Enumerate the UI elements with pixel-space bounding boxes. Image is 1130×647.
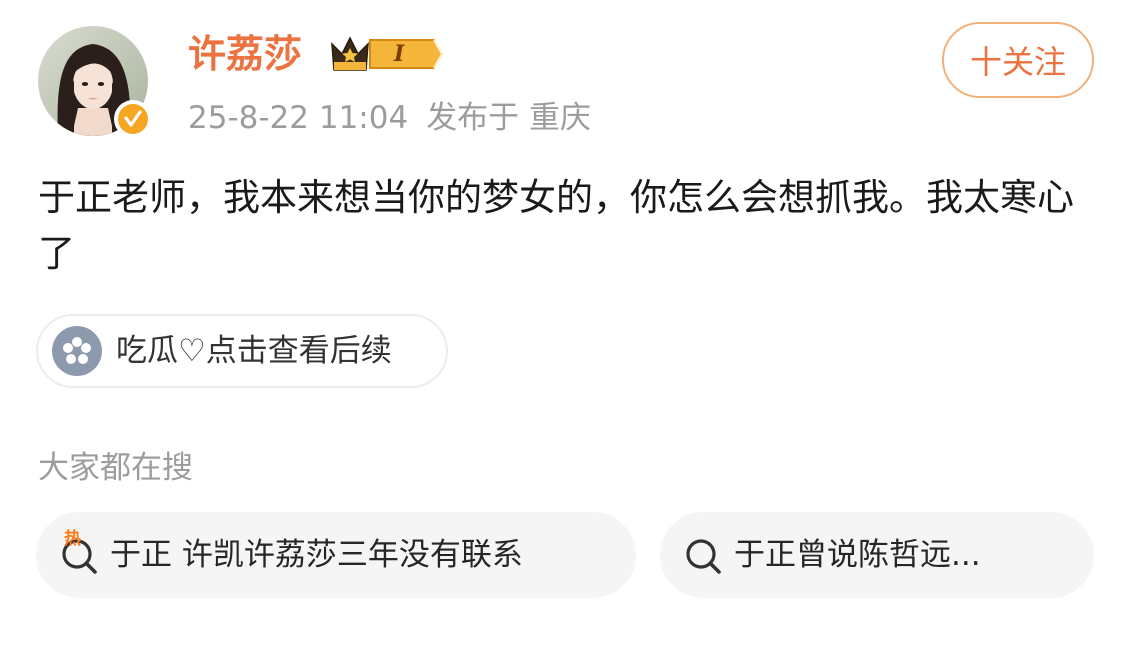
hot-mark: 热 [64, 529, 81, 549]
flower-icon [52, 326, 102, 376]
hot-search-chip[interactable]: 热 于正 许凯许荔莎三年没有联系 [36, 512, 636, 598]
vip-level: I [394, 41, 405, 67]
search-chip-text: 于正 许凯许荔莎三年没有联系 [110, 537, 523, 573]
post-meta: 25-8-22 11:04 发布于 重庆 [188, 96, 591, 140]
search-chip[interactable]: 于正曾说陈哲远... [660, 512, 1094, 598]
vip-badge[interactable]: I [330, 32, 446, 76]
post-time: 25-8-22 11:04 [188, 100, 409, 136]
follow-button[interactable]: 十关注 [942, 22, 1094, 98]
hot-search-icon: 热 [58, 529, 102, 577]
verified-badge-icon [114, 100, 152, 138]
topic-chip[interactable]: 吃瓜♡点击查看后续 [36, 314, 448, 388]
search-chip-text: 于正曾说陈哲远... [734, 537, 981, 573]
topic-label: 吃瓜♡点击查看后续 [116, 333, 392, 369]
search-section-heading: 大家都在搜 [38, 450, 193, 486]
post-text: 于正老师，我本来想当你的梦女的，你怎么会想抓我。我太寒心了 [38, 176, 1074, 275]
username[interactable]: 许荔莎 [188, 28, 302, 80]
search-icon [682, 533, 726, 577]
post-location: 发布于 重庆 [426, 100, 592, 136]
